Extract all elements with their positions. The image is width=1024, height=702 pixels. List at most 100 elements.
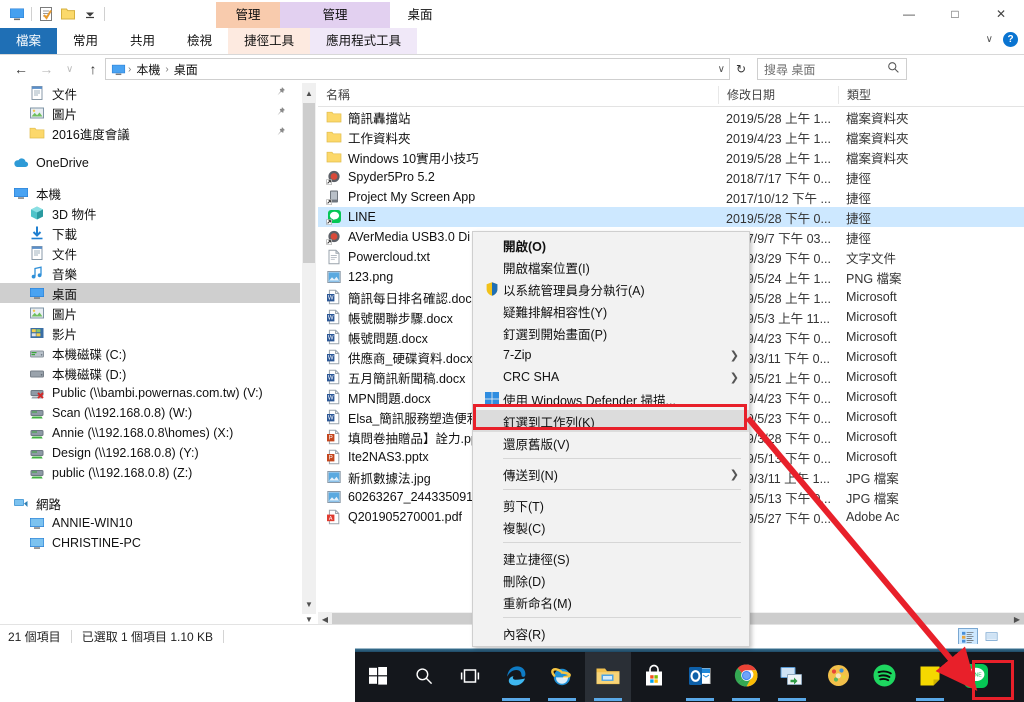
chevron-down-icon[interactable]: ∨ (718, 64, 725, 75)
menu-item-5[interactable]: 7-Zip ❯ (473, 344, 749, 366)
sidebar-item-18[interactable]: Annie (\\192.168.0.8\homes) (X:) (0, 423, 300, 443)
address-bar[interactable]: › 本機 › 桌面 ∨ (105, 58, 730, 80)
column-header-date[interactable]: 修改日期 (718, 85, 838, 104)
help-icon[interactable]: ? (1003, 32, 1018, 47)
microsoft-store-button[interactable] (631, 652, 677, 702)
sidebar-item-2[interactable]: 2016進度會議 (0, 123, 300, 143)
tab-view[interactable]: 檢視 (171, 28, 228, 54)
details-view-icon[interactable] (958, 627, 978, 646)
maximize-button[interactable]: □ (932, 0, 978, 28)
chevron-down-icon[interactable]: ∨ (986, 34, 993, 45)
sidebar-item-14[interactable]: 本機磁碟 (C:) (0, 343, 300, 363)
chrome-button[interactable] (723, 652, 769, 702)
new-folder-icon[interactable] (57, 3, 79, 25)
sidebar-item-15[interactable]: 本機磁碟 (D:) (0, 363, 300, 383)
menu-item-0[interactable]: 開啟(O) (473, 234, 749, 256)
menu-item-11[interactable]: 傳送到(N) ❯ (473, 463, 749, 485)
recent-locations-button[interactable]: ∨ (61, 58, 79, 80)
search-input[interactable]: 搜尋 桌面 (764, 61, 815, 78)
menu-item-17[interactable]: 刪除(D) (473, 569, 749, 591)
sidebar-item-22[interactable]: 網路 (0, 493, 300, 513)
sidebar-item-7[interactable]: 3D 物件 (0, 203, 300, 223)
sticky-notes-button[interactable] (907, 652, 953, 702)
tab-home[interactable]: 常用 (57, 28, 114, 54)
column-header-type[interactable]: 類型 (838, 85, 948, 104)
sidebar-item-4[interactable]: OneDrive (0, 153, 300, 173)
tab-shortcut-tools[interactable]: 捷徑工具 (228, 28, 311, 54)
desktop-icon[interactable] (6, 3, 28, 25)
scroll-up-icon[interactable]: ▲ (302, 85, 316, 101)
remote-desktop-button[interactable] (769, 652, 815, 702)
search-box[interactable]: 搜尋 桌面 (757, 58, 907, 80)
internet-explorer-button[interactable] (539, 652, 585, 702)
sidebar-item-6[interactable]: 本機 (0, 183, 300, 203)
outlook-button[interactable] (677, 652, 723, 702)
pin-icon[interactable] (275, 106, 286, 120)
menu-item-9[interactable]: 還原舊版(V) (473, 432, 749, 454)
file-name-cell[interactable]: 工作資料夾 (318, 128, 718, 147)
menu-item-16[interactable]: 建立捷徑(S) (473, 547, 749, 569)
tab-application-tools[interactable]: 應用程式工具 (310, 28, 418, 54)
menu-item-20[interactable]: 內容(R) (473, 622, 749, 644)
pin-icon[interactable] (275, 126, 286, 140)
table-row[interactable]: Project My Screen App 2017/10/12 下午 ... 捷徑 (318, 187, 1024, 207)
table-row[interactable]: LINE 2019/5/28 下午 0... 捷徑 (318, 207, 1024, 227)
sidebar-item-19[interactable]: Design (\\192.168.0.8) (Y:) (0, 443, 300, 463)
table-row[interactable]: Spyder5Pro 5.2 2018/7/17 下午 0... 捷徑 (318, 167, 1024, 187)
pin-icon[interactable] (275, 86, 286, 100)
menu-item-14[interactable]: 複製(C) (473, 516, 749, 538)
sidebar-item-9[interactable]: 文件 (0, 243, 300, 263)
paint-button[interactable] (815, 652, 861, 702)
spotify-button[interactable] (861, 652, 907, 702)
file-name-cell[interactable]: Spyder5Pro 5.2 (318, 169, 718, 185)
sidebar-item-0[interactable]: 文件 (0, 83, 300, 103)
sidebar-item-8[interactable]: 下載 (0, 223, 300, 243)
address-dropdown[interactable]: ∨ (718, 64, 725, 75)
up-button[interactable]: ↑ (82, 58, 104, 80)
scrollbar-thumb[interactable] (303, 103, 315, 263)
large-icons-view-icon[interactable] (982, 628, 1002, 646)
edge-button[interactable] (493, 652, 539, 702)
start-button[interactable] (355, 652, 401, 702)
refresh-button[interactable]: ↻ (730, 58, 752, 80)
table-row[interactable]: 工作資料夾 2019/4/23 上午 1... 檔案資料夾 (318, 127, 1024, 147)
sidebar-item-11[interactable]: 桌面 (0, 283, 300, 303)
forward-button[interactable]: → (35, 58, 57, 80)
sidebar-item-20[interactable]: public (\\192.168.0.8) (Z:) (0, 463, 300, 483)
sidebar-item-23[interactable]: ANNIE-WIN10 (0, 513, 300, 533)
file-name-cell[interactable]: 簡訊轟擋站 (318, 108, 718, 127)
minimize-button[interactable]: — (886, 0, 932, 28)
navigation-scrollbar[interactable]: ▲ ▼ (302, 83, 316, 614)
column-header-name[interactable]: 名稱 (318, 86, 718, 104)
menu-item-1[interactable]: 開啟檔案位置(I) (473, 256, 749, 278)
breadcrumb-this-pc[interactable]: 本機 (133, 61, 163, 78)
close-button[interactable]: ✕ (978, 0, 1024, 28)
properties-icon[interactable] (35, 3, 57, 25)
menu-item-2[interactable]: 以系統管理員身分執行(A) (473, 278, 749, 300)
sidebar-item-1[interactable]: 圖片 (0, 103, 300, 123)
sidebar-item-17[interactable]: Scan (\\192.168.0.8) (W:) (0, 403, 300, 423)
menu-item-18[interactable]: 重新命名(M) (473, 591, 749, 613)
file-name-cell[interactable]: LINE (318, 209, 718, 225)
table-row[interactable]: Windows 10實用小技巧 2019/5/28 上午 1... 檔案資料夾 (318, 147, 1024, 167)
task-view-button[interactable] (447, 652, 493, 702)
file-name-cell[interactable]: Project My Screen App (318, 189, 718, 205)
breadcrumb-desktop[interactable]: 桌面 (171, 61, 201, 78)
sidebar-item-16[interactable]: Public (\\bambi.powernas.com.tw) (V:) (0, 383, 300, 403)
customize-dropdown-icon[interactable] (79, 3, 101, 25)
sidebar-item-24[interactable]: CHRISTINE-PC (0, 533, 300, 553)
tab-file[interactable]: 檔案 (0, 28, 58, 54)
sidebar-item-13[interactable]: 影片 (0, 323, 300, 343)
menu-item-13[interactable]: 剪下(T) (473, 494, 749, 516)
search-button[interactable] (401, 652, 447, 702)
tab-share[interactable]: 共用 (114, 28, 171, 54)
file-name-cell[interactable]: Windows 10實用小技巧 (318, 148, 718, 167)
menu-item-3[interactable]: 疑難排解相容性(Y) (473, 300, 749, 322)
menu-item-6[interactable]: CRC SHA ❯ (473, 366, 749, 388)
back-button[interactable]: ← (10, 58, 32, 80)
sidebar-item-10[interactable]: 音樂 (0, 263, 300, 283)
scroll-down-icon[interactable]: ▼ (302, 596, 316, 612)
table-row[interactable]: 簡訊轟擋站 2019/5/28 上午 1... 檔案資料夾 (318, 107, 1024, 127)
sidebar-item-12[interactable]: 圖片 (0, 303, 300, 323)
file-explorer-button[interactable] (585, 652, 631, 702)
